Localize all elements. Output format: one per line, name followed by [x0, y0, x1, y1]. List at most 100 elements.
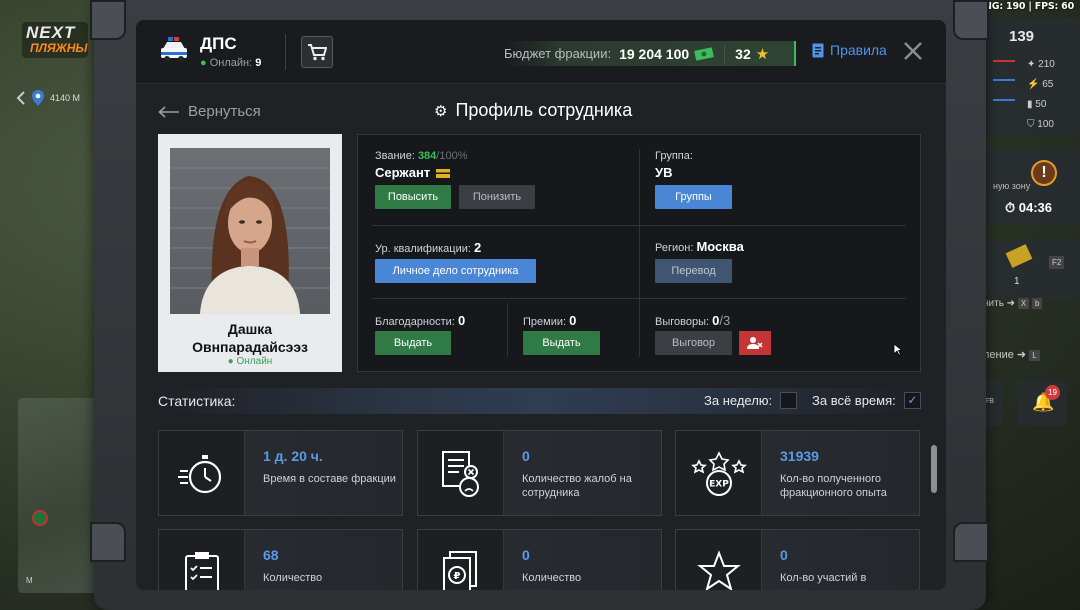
hud-stat-1: 210: [1038, 59, 1055, 70]
stat-card: 0 Количество жалоб на сотрудника: [417, 430, 662, 516]
stat-card: 0 Кол-во участий в: [675, 529, 920, 590]
rules-link[interactable]: Правила: [812, 42, 887, 58]
player-marker-icon: [32, 510, 48, 526]
scrollbar-thumb[interactable]: [931, 445, 937, 493]
online-label: Онлайн:: [209, 57, 253, 69]
right-hud: 139 ✦ 210 ⚡ 65 ▮ 50 ⛉ 100 ! ную зону ⏱ 0…: [975, 18, 1080, 438]
frame-corner: [90, 0, 126, 40]
group-value: УВ: [655, 165, 673, 180]
qualification-label: Ур. квалификации:: [375, 243, 471, 255]
page-title-text: Профиль сотрудника: [455, 100, 633, 120]
stat-value: 0: [522, 547, 530, 563]
employee-status-text: Онлайн: [236, 356, 273, 367]
stat-icon: ✦: [1027, 59, 1039, 70]
hud-stat-2: 65: [1042, 79, 1054, 90]
key-b: b: [1031, 298, 1043, 309]
reprimand-button[interactable]: Выговор: [655, 331, 732, 355]
promote-button[interactable]: Повысить: [375, 185, 451, 209]
rank-max: /100%: [436, 150, 468, 162]
hud-stats: ✦ 210 ⚡ 65 ▮ 50 ⛉ 100: [1027, 55, 1055, 135]
hint-text2: ление: [983, 349, 1014, 361]
money-count: 1: [1014, 276, 1020, 287]
alltime-filter-checkbox[interactable]: ✓: [904, 392, 921, 409]
region-value: Москва: [696, 239, 744, 254]
shop-cart-button[interactable]: [301, 36, 333, 68]
thanks-row: Благодарности: 0: [375, 313, 465, 328]
stat-value: 0: [522, 448, 530, 464]
complaint-icon: [418, 431, 504, 515]
document-icon: [812, 43, 824, 57]
back-button[interactable]: Вернуться: [158, 103, 261, 120]
coin-doc-icon: ₽: [418, 530, 504, 590]
bonus-value: 0: [569, 313, 577, 328]
gear-icon: ⚙: [434, 102, 448, 120]
frame-corner: [90, 522, 126, 562]
thanks-value: 0: [457, 313, 466, 328]
key-l: L: [1029, 350, 1040, 361]
stat-value: 0: [780, 547, 788, 563]
remove-reprimand-button[interactable]: [739, 331, 771, 355]
stat-value: 1 д. 20 ч.: [263, 448, 323, 464]
gps-distance: 4140 М: [50, 93, 81, 103]
minimap: M: [18, 398, 98, 593]
stat-icon: ⛉: [1027, 119, 1038, 130]
zone-timer-value: 04:36: [1018, 200, 1053, 215]
budget-label: Бюджет фракции:: [504, 46, 612, 61]
hud-stat-4: 100: [1037, 119, 1054, 130]
divider: [372, 225, 906, 226]
groups-button[interactable]: Группы: [655, 185, 732, 209]
reprimand-row: Выговоры: 0/3: [655, 313, 730, 328]
reprimand-max: /3: [719, 313, 731, 328]
alltime-filter-label: За всё время:: [812, 393, 896, 408]
faction-panel: ДПС ● Онлайн: 9 Бюджет фракции: 19 204 1…: [136, 20, 946, 590]
cursor-icon: [893, 343, 903, 356]
back-label: Вернуться: [188, 103, 261, 120]
svg-text:EXP: EXP: [709, 480, 729, 490]
statistics-header: Статистика: За неделю: За всё время: ✓: [158, 388, 922, 414]
header-divider: [285, 34, 286, 70]
arrow-left-icon: [158, 105, 179, 118]
employee-first-name: Дашка: [227, 321, 273, 337]
stat-caption: Количество жалоб на сотрудника: [522, 473, 632, 499]
hint-action2: ление ➜ L: [983, 348, 1040, 361]
star-icon: ★: [755, 45, 770, 63]
rules-label: Правила: [830, 42, 887, 58]
demote-button[interactable]: Понизить: [459, 185, 535, 209]
employee-info-panel: Звание: 384/100% Сержант Повысить Понизи…: [357, 134, 921, 372]
key-x: X: [1017, 298, 1030, 309]
logo-bottom: ПЛЯЖНЫ: [30, 41, 88, 55]
frame-corner: [953, 522, 989, 562]
fb-slot[interactable]: FB: [983, 380, 1003, 426]
employee-status: ● Онлайн: [170, 356, 330, 367]
warning-icon: !: [1031, 160, 1057, 186]
give-bonus-button[interactable]: Выдать: [523, 331, 600, 355]
stat-card: EXP 31939 Кол-во полученного фракционног…: [675, 430, 920, 516]
employee-photo-card: Дашка Овнпарадайсээз ● Онлайн: [158, 134, 342, 372]
group-label: Группа:: [655, 150, 693, 162]
rank-label-row: Звание: 384/100%: [375, 150, 468, 162]
personal-file-button[interactable]: Личное дело сотрудника: [375, 259, 536, 283]
notifications-button[interactable]: 🔔 19: [1017, 380, 1067, 426]
cash-icon: [694, 46, 714, 61]
stat-caption: Количество: [522, 572, 582, 584]
reprimand-label: Выговоры:: [655, 316, 710, 328]
money-slot[interactable]: 1 F2: [983, 240, 1080, 298]
give-thanks-button[interactable]: Выдать: [375, 331, 451, 355]
stat-caption: Кол-во участий в: [780, 572, 867, 584]
level-value: 139: [1009, 28, 1035, 45]
online-count: 9: [255, 57, 262, 69]
transfer-button[interactable]: Перевод: [655, 259, 732, 283]
faction-online: ● Онлайн: 9: [200, 57, 261, 69]
user-remove-icon: [747, 337, 763, 349]
stat-caption: Время в составе фракции: [263, 473, 396, 485]
online-dot-icon: ●: [200, 57, 210, 69]
zone-text: ную зону: [993, 181, 1031, 191]
week-filter-checkbox[interactable]: [780, 392, 797, 409]
police-car-icon: [161, 37, 187, 62]
frame-corner: [953, 0, 989, 40]
close-icon[interactable]: [902, 40, 924, 62]
rank-name-row: Сержант: [375, 165, 451, 180]
rank-progress: 384: [417, 150, 437, 162]
key-f2: F2: [1049, 256, 1065, 269]
gps-indicator: 4140 М: [16, 90, 80, 106]
